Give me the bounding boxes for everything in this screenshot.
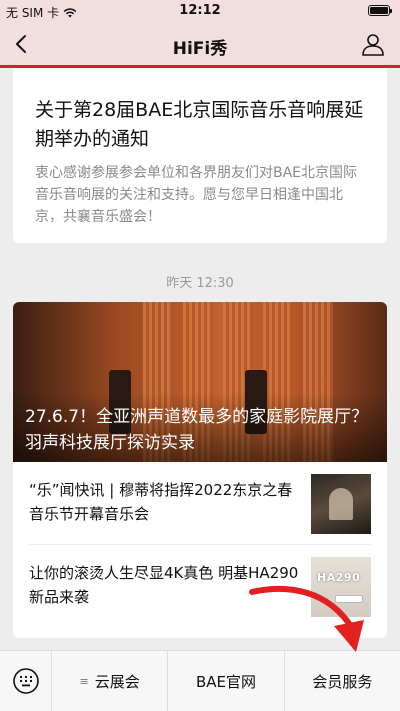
news-item[interactable]: 让你的滚烫人生尽显4K真色 明基HA290新品来袭 HA290 (29, 544, 371, 620)
menu-cloud-expo[interactable]: ≡ 云展会 (52, 651, 169, 711)
message-feed[interactable]: 关于第28届BAE北京国际音乐音响展延期举办的通知 衷心感谢参展参会单位和各界朋… (0, 68, 400, 650)
notice-description: 衷心感谢参展参会单位和各界朋友们对BAE北京国际音乐音响展的关注和支持。愿与您早… (35, 165, 358, 225)
menu-label: 会员服务 (312, 672, 373, 691)
bottom-menu: ≡ 云展会 BAE官网 会员服务 (0, 650, 400, 711)
keyboard-toggle-button[interactable] (0, 651, 52, 711)
menu-label: 云展会 (94, 672, 140, 691)
status-bar: 无 SIM 卡 12:12 (0, 0, 400, 22)
nav-bar: HiFi秀 (0, 22, 400, 68)
hero-article[interactable]: 27.6.7！全亚洲声道数最多的家庭影院展厅？羽声科技展厅探访实录 (13, 302, 387, 462)
news-item[interactable]: “乐”闻快讯 | 穆蒂将指挥2022东京之春音乐节开幕音乐会 (29, 462, 371, 544)
thumbnail-label: HA290 (317, 571, 361, 584)
conductor-thumbnail (311, 474, 371, 534)
timestamp-divider: 昨天 12:30 (166, 276, 234, 291)
notice-title: 关于第28届BAE北京国际音乐音响展延期举办的通知 (35, 99, 364, 150)
projector-shape (335, 595, 363, 603)
menu-member-service[interactable]: 会员服务 (285, 651, 400, 711)
menu-bae-website[interactable]: BAE官网 (168, 651, 285, 711)
menu-label: BAE官网 (195, 672, 256, 691)
projector-thumbnail: HA290 (311, 557, 371, 617)
keyboard-icon (12, 668, 39, 694)
page-title: HiFi秀 (172, 39, 228, 59)
battery-fill (370, 7, 388, 14)
status-time: 12:12 (179, 3, 221, 18)
news-item-title: “乐”闻快讯 | 穆蒂将指挥2022东京之春音乐节开幕音乐会 (29, 481, 293, 523)
hero-article-title: 27.6.7！全亚洲声道数最多的家庭影院展厅？羽声科技展厅探访实录 (25, 407, 369, 453)
user-icon[interactable] (360, 31, 386, 57)
submenu-icon: ≡ (79, 674, 89, 688)
battery-icon (368, 5, 392, 16)
notice-card[interactable]: 关于第28届BAE北京国际音乐音响展延期举办的通知 衷心感谢参展参会单位和各界朋… (13, 68, 387, 243)
article-card: 27.6.7！全亚洲声道数最多的家庭影院展厅？羽声科技展厅探访实录 “乐”闻快讯… (13, 302, 387, 638)
news-item-title: 让你的滚烫人生尽显4K真色 明基HA290新品来袭 (29, 564, 299, 606)
